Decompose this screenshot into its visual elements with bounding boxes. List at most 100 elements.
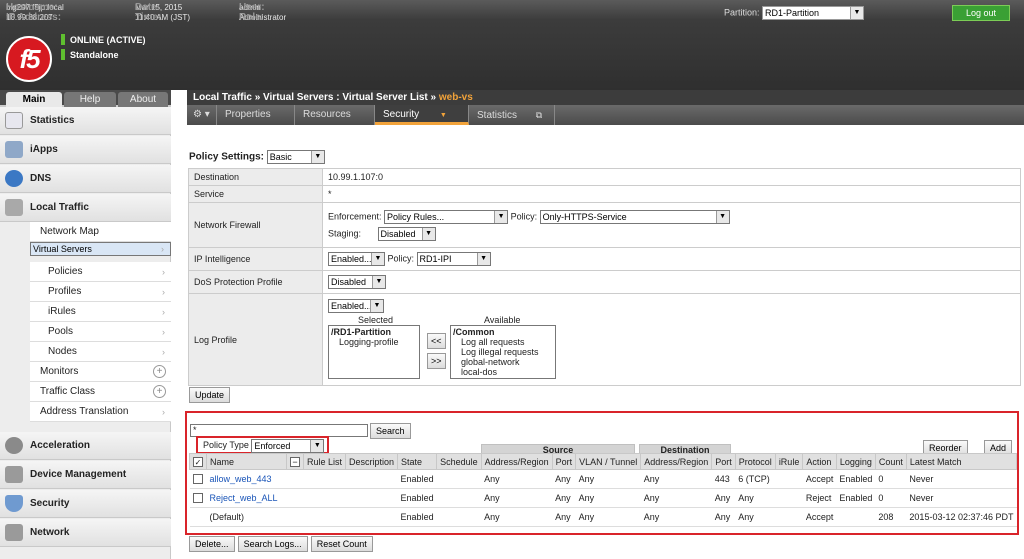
- tab-about[interactable]: About: [118, 92, 168, 107]
- select-all-checkbox[interactable]: ✓: [193, 456, 203, 467]
- rule-destination-address: Any: [640, 507, 712, 527]
- sidebar-item-monitors[interactable]: Monitors +: [30, 362, 171, 382]
- partition-dropdown[interactable]: RD1-Partition ▼: [762, 6, 864, 20]
- sidebar-item-label: iRules: [48, 306, 76, 317]
- col-description[interactable]: Description: [345, 453, 399, 470]
- rule-source-port: Any: [552, 488, 576, 508]
- staging-dropdown[interactable]: Disabled ▼: [377, 226, 436, 241]
- tab-main[interactable]: Main: [6, 92, 62, 107]
- col-protocol[interactable]: Protocol: [734, 453, 776, 470]
- sidebar-item-security[interactable]: Security: [0, 490, 171, 518]
- list-item[interactable]: /RD1-Partition: [331, 327, 417, 337]
- gear-menu[interactable]: ⚙ ▾: [187, 105, 217, 125]
- breadcrumb-virtual-server-list[interactable]: Virtual Servers : Virtual Server List: [263, 92, 428, 103]
- breadcrumb-local-traffic[interactable]: Local Traffic: [193, 92, 252, 103]
- chevron-down-icon: ▼: [439, 112, 447, 119]
- list-item[interactable]: /Common: [453, 327, 553, 337]
- dos-profile-dropdown[interactable]: Disabled ▼: [328, 275, 386, 289]
- log-profile-enabled-dropdown[interactable]: Enabled... ▼: [328, 298, 384, 313]
- rule-state: Enabled: [397, 469, 437, 489]
- tab-resources[interactable]: Resources: [295, 105, 375, 125]
- chevron-down-icon: ▼: [421, 227, 435, 240]
- time-label: Time:: [135, 12, 162, 23]
- add-icon[interactable]: +: [153, 365, 166, 378]
- breadcrumb: Local Traffic » Virtual Servers : Virtua…: [187, 90, 1024, 105]
- sidebar-item-virtual-servers[interactable]: Virtual Servers ›: [30, 242, 171, 256]
- sidebar-item-network-map[interactable]: Network Map: [30, 222, 171, 242]
- sidebar-item-device-management[interactable]: Device Management: [0, 461, 171, 489]
- tab-statistics[interactable]: Statistics ⧉: [469, 105, 555, 125]
- sidebar-item-statistics[interactable]: Statistics: [0, 107, 171, 135]
- update-button[interactable]: Update: [189, 387, 231, 403]
- col-source-port[interactable]: Port: [551, 453, 577, 470]
- tab-help[interactable]: Help: [64, 92, 116, 107]
- policy-settings-dropdown[interactable]: Basic ▼: [266, 150, 325, 164]
- sidebar-item-dns[interactable]: DNS: [0, 165, 171, 193]
- add-icon[interactable]: +: [153, 385, 166, 398]
- sidebar-item-label: Monitors: [40, 366, 79, 377]
- enforcement-dropdown[interactable]: Policy Rules... ▼: [384, 209, 509, 224]
- row-checkbox[interactable]: [192, 493, 203, 504]
- sidebar-item-profiles[interactable]: Profiles ›: [30, 282, 171, 302]
- sidebar-item-irules[interactable]: iRules ›: [30, 302, 171, 322]
- sidebar-item-local-traffic[interactable]: Local Traffic: [0, 194, 171, 222]
- policy-type-dropdown[interactable]: Enforced ▼: [251, 438, 325, 453]
- sidebar-item-acceleration[interactable]: Acceleration: [0, 432, 171, 460]
- network-firewall-settings: Enforcement: Policy Rules... ▼ Policy: On…: [322, 202, 1021, 248]
- sidebar-item-pools[interactable]: Pools ›: [30, 322, 171, 342]
- search-logs-button[interactable]: Search Logs...: [237, 536, 308, 552]
- move-right-button[interactable]: >>: [427, 352, 446, 369]
- sidebar-item-traffic-class[interactable]: Traffic Class +: [30, 382, 171, 402]
- row-checkbox[interactable]: [192, 474, 203, 485]
- ipi-policy-dropdown[interactable]: RD1-IPI ▼: [416, 252, 491, 266]
- col-latest-match[interactable]: Latest Match: [905, 453, 1018, 470]
- sidebar-item-nodes[interactable]: Nodes ›: [30, 342, 171, 362]
- col-state[interactable]: State: [397, 453, 438, 470]
- col-rule-list[interactable]: Rule List: [302, 453, 347, 470]
- logout-button[interactable]: Log out: [952, 5, 1010, 21]
- col-vlan-tunnel[interactable]: VLAN / Tunnel: [575, 453, 642, 470]
- col-count[interactable]: Count: [874, 453, 907, 470]
- col-action[interactable]: Action: [802, 453, 837, 470]
- sidebar-item-iapps[interactable]: iApps: [0, 136, 171, 164]
- rule-state: Enabled: [397, 507, 437, 527]
- available-profiles-list[interactable]: /Common Log all requests Log illegal req…: [450, 324, 556, 379]
- list-item[interactable]: Logging-profile: [331, 337, 417, 347]
- tab-statistics-label: Statistics: [477, 110, 518, 121]
- chevron-down-icon: ▼: [476, 253, 490, 265]
- delete-button[interactable]: Delete...: [189, 536, 235, 552]
- tab-properties[interactable]: Properties: [217, 105, 295, 125]
- list-item[interactable]: global-network: [453, 357, 553, 367]
- ip-intelligence-enabled-dropdown[interactable]: Enabled... ▼: [328, 252, 385, 266]
- col-irule[interactable]: iRule: [774, 453, 804, 470]
- f5-logo[interactable]: f5: [6, 36, 52, 82]
- sidebar-item-address-translation[interactable]: Address Translation ›: [30, 402, 171, 422]
- rule-name-link[interactable]: Reject_web_ALL: [206, 488, 304, 508]
- search-button[interactable]: Search: [370, 423, 411, 439]
- reset-count-button[interactable]: Reset Count: [310, 536, 373, 552]
- col-source-address[interactable]: Address/Region: [480, 453, 553, 470]
- sidebar-item-label: Nodes: [48, 346, 77, 357]
- sidebar-item-label: Profiles: [48, 286, 82, 297]
- chevron-down-icon: ▼: [372, 276, 385, 288]
- list-item[interactable]: Log illegal requests: [453, 347, 553, 357]
- col-name[interactable]: Name: [206, 453, 287, 470]
- col-destination-address[interactable]: Address/Region: [640, 453, 713, 470]
- list-item[interactable]: local-dos: [453, 367, 553, 377]
- chevron-right-icon: ›: [162, 287, 165, 297]
- sidebar-item-label: Local Traffic: [30, 202, 89, 213]
- move-left-button[interactable]: <<: [427, 332, 446, 349]
- col-destination-port[interactable]: Port: [711, 453, 736, 470]
- collapse-icon[interactable]: −: [290, 456, 300, 467]
- rule-name-link[interactable]: allow_web_443: [206, 469, 304, 489]
- col-logging[interactable]: Logging: [835, 453, 876, 470]
- tab-security[interactable]: Security ▼: [375, 105, 469, 125]
- list-item[interactable]: Log all requests: [453, 337, 553, 347]
- sidebar-item-label: DNS: [30, 173, 52, 184]
- col-schedule[interactable]: Schedule: [436, 453, 482, 470]
- sidebar-item-network[interactable]: Network: [0, 519, 171, 547]
- log-profile-settings: Enabled... ▼ Selected Available /RD1-Part…: [322, 293, 1021, 386]
- firewall-policy-dropdown[interactable]: Only-HTTPS-Service ▼: [539, 209, 730, 224]
- sidebar-item-policies[interactable]: Policies ›: [30, 262, 171, 282]
- selected-profiles-list[interactable]: /RD1-Partition Logging-profile: [328, 324, 420, 379]
